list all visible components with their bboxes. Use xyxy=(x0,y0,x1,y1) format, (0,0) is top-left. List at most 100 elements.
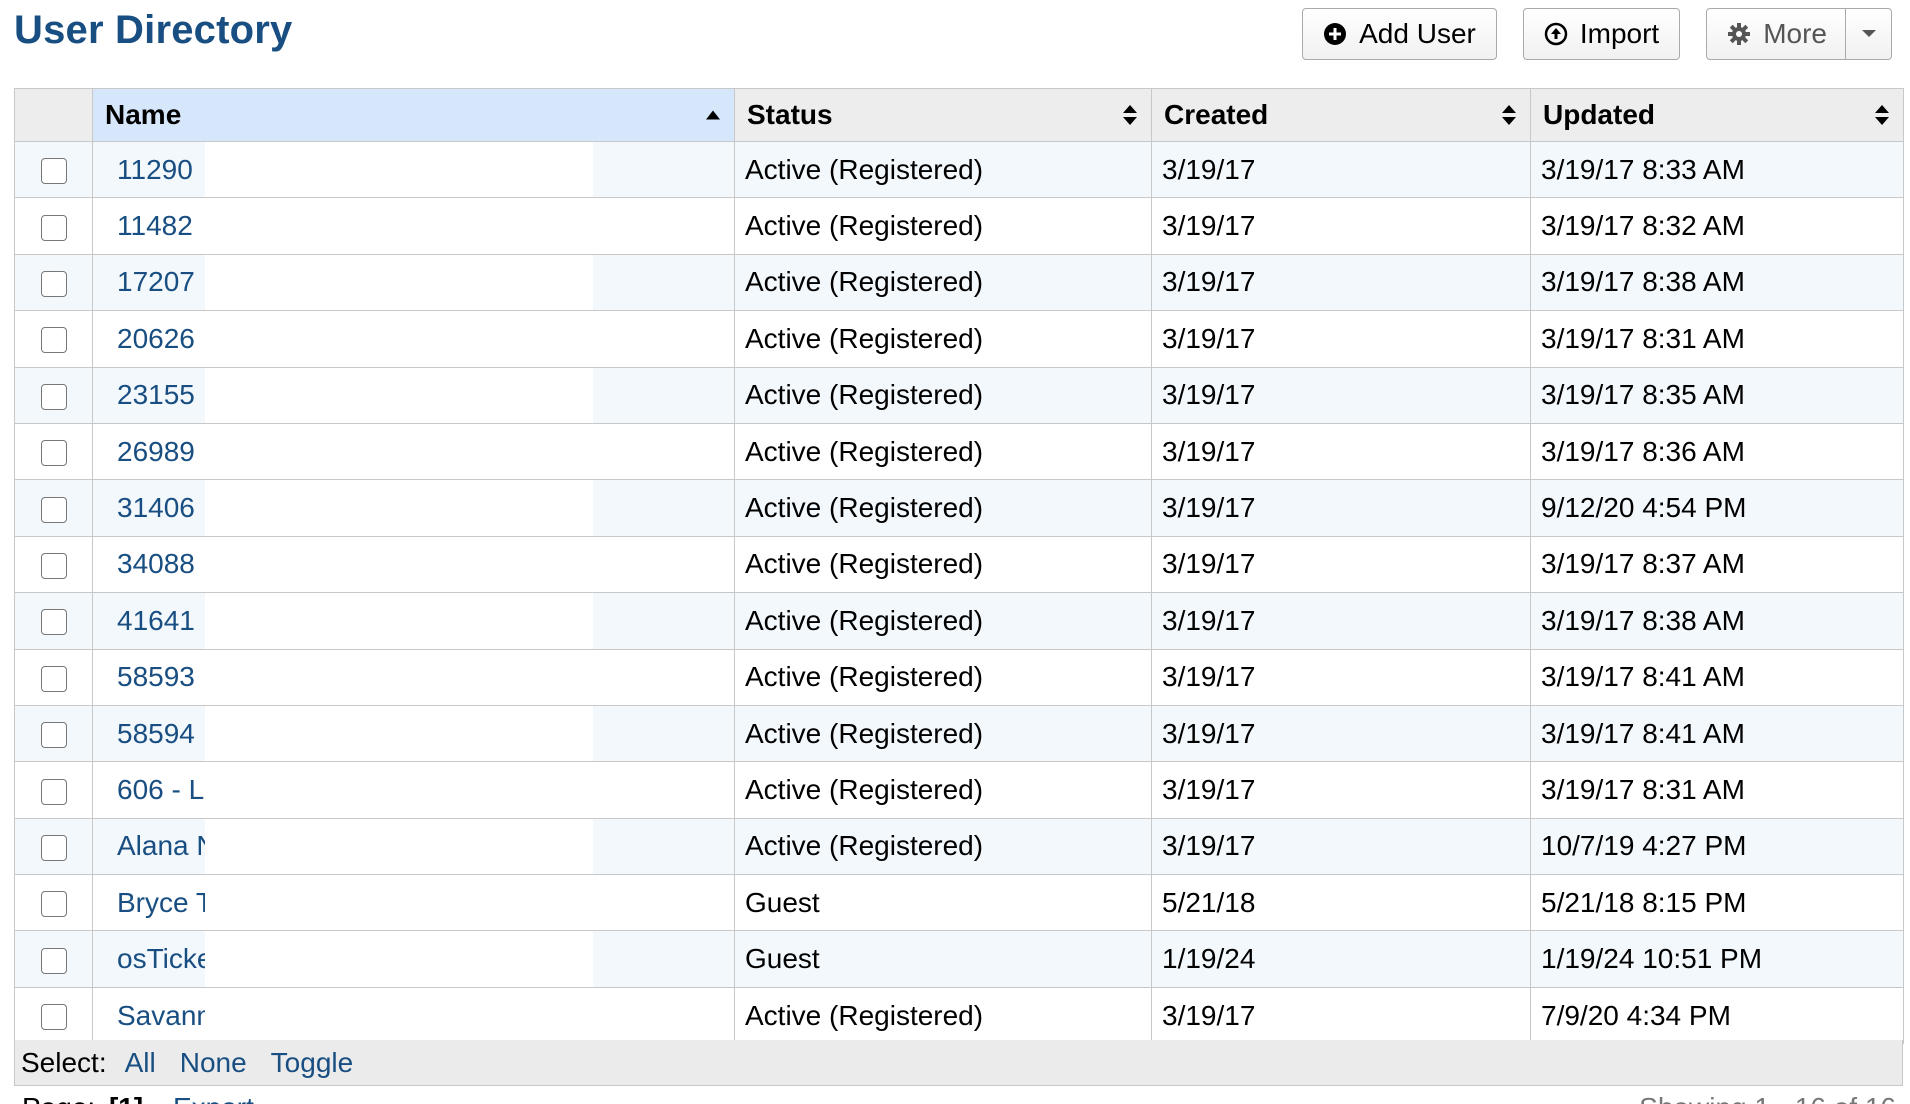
table-row: 31406 Active (Registered) 3/19/17 9/12/20 4… xyxy=(14,479,1904,537)
select-all-link[interactable]: All xyxy=(125,1047,156,1079)
user-name-link[interactable]: 11290 xyxy=(117,154,193,185)
updated-cell: 3/19/17 8:33 AM xyxy=(1530,140,1904,199)
caret-down-icon[interactable] xyxy=(1845,9,1891,59)
row-checkbox[interactable] xyxy=(40,327,67,354)
name-cell: Savann xyxy=(92,986,735,1045)
user-name-link[interactable]: 58594 xyxy=(117,718,195,749)
row-checkbox[interactable] xyxy=(40,722,67,749)
name-cell: 20626 xyxy=(92,310,735,368)
column-header-created[interactable]: Created xyxy=(1151,88,1531,142)
column-header-status[interactable]: Status xyxy=(734,88,1152,142)
user-name-link[interactable]: Bryce T xyxy=(117,887,213,918)
user-name-link[interactable]: 20626 xyxy=(117,323,195,354)
table-row: Bryce T Guest 5/21/18 5/21/18 8:15 PM xyxy=(14,874,1904,932)
row-checkbox[interactable] xyxy=(40,947,67,974)
row-checkbox[interactable] xyxy=(40,496,67,523)
select-none-link[interactable]: None xyxy=(180,1047,247,1079)
name-cell: 31406 xyxy=(92,479,735,537)
updated-cell: 3/19/17 8:31 AM xyxy=(1530,761,1904,819)
user-name-link[interactable]: 26989 xyxy=(117,436,195,467)
row-checkbox[interactable] xyxy=(40,609,67,636)
redaction-block xyxy=(205,311,593,367)
row-select-cell xyxy=(14,197,93,255)
row-checkbox[interactable] xyxy=(40,383,67,410)
row-checkbox[interactable] xyxy=(40,1004,67,1031)
user-name-link[interactable]: 17207 xyxy=(117,266,195,297)
created-cell: 3/19/17 xyxy=(1151,761,1531,819)
row-checkbox[interactable] xyxy=(40,778,67,805)
updated-cell: 9/12/20 4:54 PM xyxy=(1530,479,1904,537)
import-button[interactable]: Import xyxy=(1522,8,1681,60)
row-checkbox[interactable] xyxy=(40,214,67,241)
user-name-link[interactable]: Alana N xyxy=(117,830,217,861)
created-cell: 3/19/17 xyxy=(1151,817,1531,876)
column-header-updated[interactable]: Updated xyxy=(1530,88,1904,142)
row-checkbox[interactable] xyxy=(40,271,67,298)
redaction-block xyxy=(205,593,593,649)
row-checkbox[interactable] xyxy=(40,158,67,185)
gear-icon xyxy=(1727,22,1751,46)
created-cell: 3/19/17 xyxy=(1151,140,1531,199)
row-checkbox[interactable] xyxy=(40,440,67,467)
add-user-button[interactable]: Add User xyxy=(1302,8,1497,60)
name-cell: 58593 xyxy=(92,648,735,706)
status-cell: Active (Registered) xyxy=(734,648,1152,706)
table-row: 34088 Active (Registered) 3/19/17 3/19/17 8… xyxy=(14,535,1904,594)
name-cell: 11482 xyxy=(92,197,735,255)
table-row: 20626 Active (Registered) 3/19/17 3/19/17 8… xyxy=(14,310,1904,368)
user-name-link[interactable]: 606 - L xyxy=(117,774,204,805)
user-name-link[interactable]: 34088 xyxy=(117,548,195,579)
selection-footer: Select: All None Toggle xyxy=(14,1040,1903,1086)
sort-icon xyxy=(1502,105,1516,125)
select-label: Select: xyxy=(21,1046,107,1078)
redaction-block xyxy=(205,762,593,818)
row-checkbox[interactable] xyxy=(40,665,67,692)
import-label: Import xyxy=(1579,18,1660,49)
select-toggle-link[interactable]: Toggle xyxy=(271,1047,354,1079)
row-select-cell xyxy=(14,592,93,650)
created-cell: 5/21/18 xyxy=(1151,874,1531,932)
user-name-link[interactable]: osTicke xyxy=(117,943,212,974)
name-cell: 41641 xyxy=(92,592,735,650)
user-table: Name Status Created Updated 11290 Active… xyxy=(14,88,1904,1045)
row-checkbox[interactable] xyxy=(40,834,67,861)
more-button[interactable]: More xyxy=(1706,8,1892,60)
user-name-link[interactable]: 11482 xyxy=(117,210,193,241)
user-name-link[interactable]: 58593 xyxy=(117,661,195,692)
user-name-link[interactable]: 23155 xyxy=(117,379,195,410)
row-select-cell xyxy=(14,310,93,368)
row-select-cell xyxy=(14,253,93,312)
row-checkbox[interactable] xyxy=(40,891,67,918)
name-cell: 58594 xyxy=(92,704,735,763)
status-cell: Guest xyxy=(734,930,1152,988)
current-page: [1] xyxy=(109,1092,143,1104)
table-row: 41641 Active (Registered) 3/19/17 3/19/17 8… xyxy=(14,592,1904,650)
row-select-cell xyxy=(14,648,93,706)
column-header-label: Created xyxy=(1164,99,1269,130)
redaction-block xyxy=(205,537,593,592)
toolbar: Add User Import More xyxy=(1302,8,1892,60)
user-name-link[interactable]: Savann xyxy=(117,1000,212,1031)
updated-cell: 1/19/24 10:51 PM xyxy=(1530,930,1904,988)
column-header-name[interactable]: Name xyxy=(92,88,735,142)
table-row: osTicke Guest 1/19/24 1/19/24 10:51 PM xyxy=(14,930,1904,988)
plus-circle-icon xyxy=(1323,22,1347,46)
row-checkbox[interactable] xyxy=(40,553,67,580)
created-cell: 3/19/17 xyxy=(1151,253,1531,312)
export-link[interactable]: Export xyxy=(173,1092,254,1104)
row-select-cell xyxy=(14,366,93,424)
updated-cell: 5/21/18 8:15 PM xyxy=(1530,874,1904,932)
redaction-block xyxy=(205,255,593,310)
table-header-row: Name Status Created Updated xyxy=(14,88,1904,142)
created-cell: 3/19/17 xyxy=(1151,310,1531,368)
user-name-link[interactable]: 41641 xyxy=(117,605,195,636)
row-select-cell xyxy=(14,761,93,819)
updated-cell: 3/19/17 8:38 AM xyxy=(1530,253,1904,312)
updated-cell: 3/19/17 8:38 AM xyxy=(1530,592,1904,650)
table-row: 58593 Active (Registered) 3/19/17 3/19/17 8… xyxy=(14,648,1904,706)
status-cell: Active (Registered) xyxy=(734,197,1152,255)
status-cell: Active (Registered) xyxy=(734,704,1152,763)
updated-cell: 3/19/17 8:35 AM xyxy=(1530,366,1904,424)
name-cell: 34088 xyxy=(92,535,735,594)
user-name-link[interactable]: 31406 xyxy=(117,492,195,523)
